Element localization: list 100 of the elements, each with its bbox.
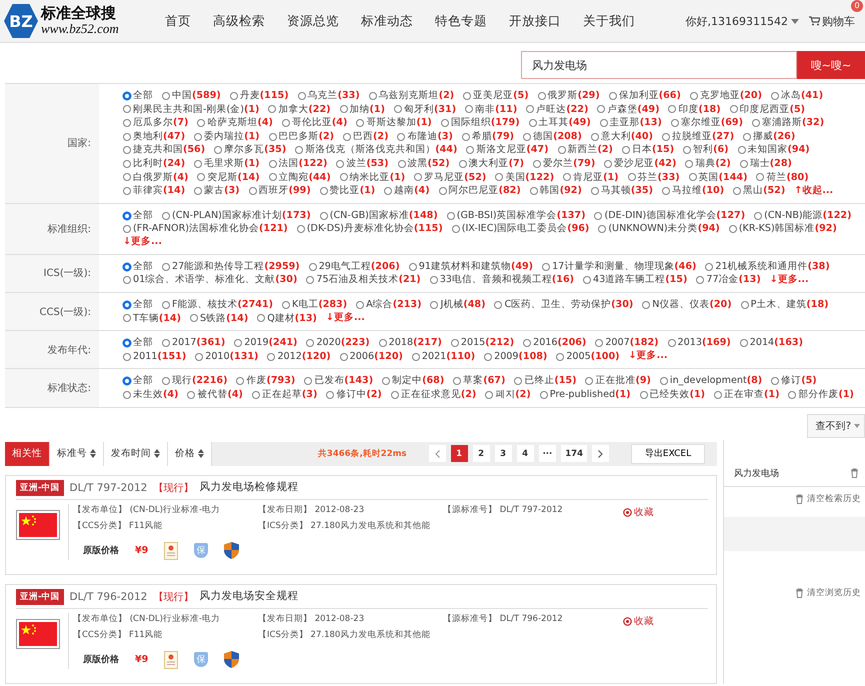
filter-option[interactable]: 瑞典(2)	[695, 156, 731, 171]
filter-option[interactable]: (FR-AFNOR)法国标准化协会(121)	[133, 222, 288, 236]
radio-button[interactable]	[688, 173, 697, 182]
filter-option[interactable]: 17计量学和测量、物理现象(46)	[552, 260, 696, 274]
filter-option[interactable]: 刚果民主共和国-刚果(金)(1)	[133, 102, 260, 116]
radio-button[interactable]	[523, 339, 532, 348]
page-button[interactable]: ···	[538, 445, 556, 462]
radio-button[interactable]	[696, 276, 704, 284]
favorite-link[interactable]: 收藏	[634, 614, 654, 628]
target-icon[interactable]	[623, 508, 632, 517]
radio-button[interactable]	[162, 92, 170, 100]
filter-option[interactable]: 现行(2216)	[172, 374, 228, 388]
radio-button[interactable]	[123, 132, 131, 141]
filter-option[interactable]: 印度(18)	[678, 102, 721, 116]
radio-button[interactable]	[430, 300, 438, 309]
radio-button[interactable]	[438, 186, 447, 195]
filter-option[interactable]: 2019(241)	[244, 336, 298, 350]
standard-code[interactable]: DL/T 797-2012	[70, 482, 148, 494]
radio-button[interactable]	[685, 160, 694, 168]
sort-icon[interactable]	[198, 449, 204, 458]
filter-option[interactable]: 2017(361)	[172, 336, 226, 350]
toggle-link[interactable]: ↓更多...	[770, 274, 809, 287]
filter-option[interactable]: 2012(120)	[277, 350, 331, 364]
filter-option[interactable]: 赞比亚(1)	[330, 184, 376, 198]
radio-button[interactable]	[563, 173, 572, 182]
radio-button[interactable]	[390, 390, 399, 399]
filter-option[interactable]: 匈牙利(31)	[404, 102, 456, 116]
radio-button[interactable]	[298, 92, 306, 100]
filter-option[interactable]: 英国(144)	[698, 170, 748, 184]
radio-button[interactable]	[558, 146, 566, 154]
radio-button[interactable]	[397, 132, 406, 141]
page-button[interactable]: 1	[450, 445, 468, 462]
radio-button[interactable]	[296, 225, 305, 234]
radio-button[interactable]	[430, 276, 438, 284]
radio-button[interactable]	[608, 92, 617, 100]
radio-button[interactable]	[234, 339, 242, 348]
radio-button[interactable]	[187, 390, 196, 399]
filter-option[interactable]: 拉脱维亚(27)	[672, 130, 734, 144]
radio-button[interactable]	[788, 390, 796, 399]
filter-option[interactable]: 纳米比亚(1)	[350, 170, 406, 184]
filter-option[interactable]: 冰岛(41)	[781, 89, 824, 103]
filter-option[interactable]: (GB-BSI)英国标准学会(137)	[456, 208, 586, 222]
filter-option[interactable]: 正在起草(3)	[262, 388, 318, 402]
filter-option[interactable]: 布隆迪(3)	[407, 130, 453, 144]
filter-option[interactable]: 斯洛文尼亚(47)	[476, 143, 548, 157]
filter-option[interactable]: 法国(122)	[278, 156, 328, 171]
radio-button[interactable]	[190, 314, 198, 322]
filter-option[interactable]: 哈萨克斯坦(4)	[207, 116, 273, 130]
filter-option[interactable]: 挪威(26)	[753, 130, 796, 144]
filter-option[interactable]: 蒙古(3)	[204, 184, 240, 198]
radio-button[interactable]	[308, 262, 317, 271]
radio-button[interactable]	[640, 390, 648, 399]
filter-option[interactable]: 乌兹别克斯坦(2)	[378, 89, 454, 103]
caret-icon[interactable]	[791, 18, 799, 24]
filter-option[interactable]: 修订(5)	[781, 374, 817, 388]
radio-button[interactable]	[356, 118, 364, 127]
sort-icon[interactable]	[90, 449, 96, 458]
radio-button[interactable]	[743, 132, 752, 141]
radio-button[interactable]	[495, 173, 504, 182]
filter-option[interactable]: 91建筑材料和建筑物(49)	[418, 260, 534, 274]
filter-option[interactable]: 波兰(53)	[346, 156, 388, 171]
filter-option[interactable]: 修订中(2)	[336, 388, 382, 402]
filter-option[interactable]: 越南(4)	[394, 184, 430, 198]
export-button[interactable]: 导出EXCEL	[631, 444, 705, 464]
filter-option[interactable]: 俄罗斯(29)	[548, 89, 600, 103]
filter-option[interactable]: 亚美尼亚(5)	[473, 89, 529, 103]
filter-option[interactable]: 荷兰(80)	[766, 170, 809, 184]
toggle-link[interactable]: ↑收起...	[794, 184, 834, 198]
radio-button[interactable]	[326, 390, 334, 399]
toggle-link[interactable]: ↓更多...	[123, 236, 162, 249]
shield-icon[interactable]	[224, 651, 240, 668]
radio-button[interactable]	[123, 105, 131, 114]
nav-link[interactable]: 开放接口	[498, 12, 572, 30]
radio-button[interactable]	[446, 212, 455, 220]
filter-option[interactable]: 77冶金(13)	[706, 273, 761, 288]
radio-button[interactable]	[466, 146, 474, 154]
radio-button[interactable]	[123, 118, 131, 127]
filter-option[interactable]: 2006(120)	[350, 350, 403, 364]
radio-button[interactable]	[123, 276, 131, 284]
filter-option[interactable]: 卢旺达(22)	[536, 102, 588, 116]
filter-option[interactable]: 巴巴多斯(2)	[278, 130, 334, 144]
standard-code[interactable]: DL/T 796-2012	[70, 590, 148, 603]
cart-icon[interactable]	[809, 16, 820, 26]
filter-option[interactable]: 被代替(4)	[197, 388, 243, 402]
radio-button[interactable]	[236, 377, 244, 386]
radio-button[interactable]	[670, 118, 679, 127]
radio-button[interactable]	[453, 377, 462, 386]
filter-option[interactable]: K电工(283)	[292, 298, 348, 312]
radio-button[interactable]	[705, 262, 714, 271]
filter-option[interactable]: 瑞士(28)	[750, 156, 792, 171]
radio-button[interactable]	[595, 339, 604, 348]
radio-button[interactable]	[600, 118, 608, 127]
trash-icon[interactable]	[850, 468, 859, 478]
radio-button[interactable]	[642, 300, 650, 309]
radio-button[interactable]	[598, 225, 606, 234]
radio-button[interactable]	[378, 339, 387, 348]
filter-option[interactable]: 作废(793)	[246, 374, 296, 388]
chevron-right-icon[interactable]	[598, 450, 603, 458]
sort-tab[interactable]: 发布时间	[104, 442, 168, 466]
radio-button[interactable]	[123, 352, 131, 361]
